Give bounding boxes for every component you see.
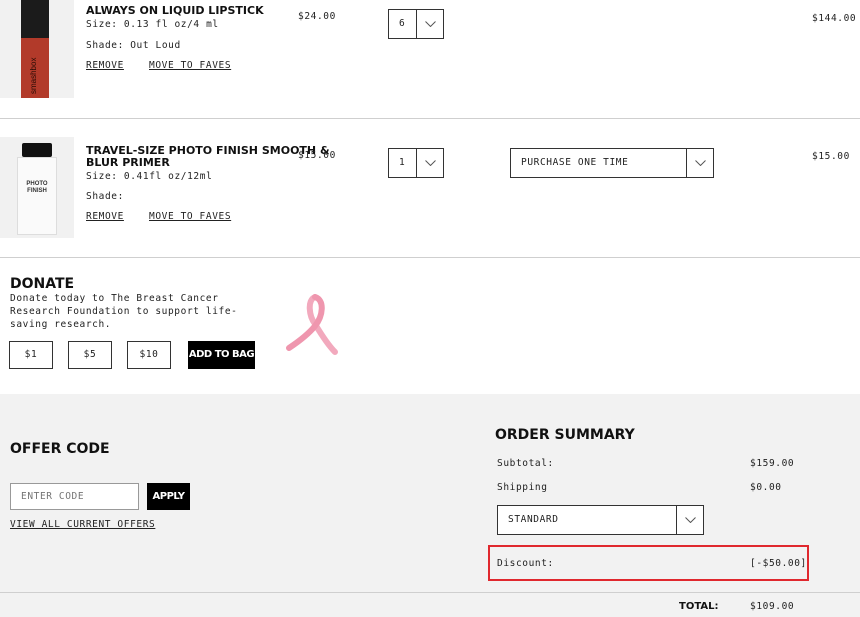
quantity-value: 1 xyxy=(399,157,406,168)
donate-amount-1[interactable]: $1 xyxy=(9,341,53,369)
donate-description-line3: saving research. xyxy=(10,319,112,330)
unit-price: $15.00 xyxy=(298,150,336,161)
purchase-option-value: PURCHASE ONE TIME xyxy=(521,157,629,168)
product-image-primer[interactable]: PHOTO FINISH xyxy=(0,137,74,238)
donate-description-line1: Donate today to The Breast Cancer xyxy=(10,293,219,304)
unit-price: $24.00 xyxy=(298,11,336,22)
offer-code-input[interactable] xyxy=(10,483,139,510)
donate-amount-10[interactable]: $10 xyxy=(127,341,171,369)
order-summary-title: ORDER SUMMARY xyxy=(495,427,635,443)
donate-title: DONATE xyxy=(10,276,75,292)
pink-ribbon-icon xyxy=(285,294,341,358)
tube-label: PHOTO FINISH xyxy=(26,181,48,194)
line-total: $15.00 xyxy=(812,151,850,162)
product-shade: Shade: Out Loud xyxy=(86,40,181,51)
product-name[interactable]: ALWAYS ON LIQUID LIPSTICK xyxy=(86,4,264,17)
chevron-down-icon xyxy=(686,149,713,177)
product-size: Size: 0.41fl oz/12ml xyxy=(86,171,213,182)
donate-description-line2: Research Foundation to support life- xyxy=(10,306,238,317)
chevron-down-icon xyxy=(416,149,443,177)
chevron-down-icon xyxy=(676,506,703,534)
shipping-method-value: STANDARD xyxy=(508,514,559,525)
product-size: Size: 0.13 fl oz/4 ml xyxy=(86,19,219,30)
offer-code-title: OFFER CODE xyxy=(10,441,110,457)
discount-value: [-$50.00] xyxy=(750,558,807,569)
line-total: $144.00 xyxy=(812,13,857,24)
add-to-bag-button[interactable]: ADD TO BAG xyxy=(188,341,255,369)
move-to-faves-link[interactable]: MOVE TO FAVES xyxy=(149,211,231,222)
quantity-select[interactable]: 1 xyxy=(388,148,444,178)
remove-link[interactable]: REMOVE xyxy=(86,211,124,222)
apply-button[interactable]: APPLY xyxy=(147,483,190,510)
donate-section: DONATE Donate today to The Breast Cancer… xyxy=(0,258,860,394)
donate-amount-label: $5 xyxy=(83,349,97,360)
total-label: TOTAL: xyxy=(679,601,719,612)
chevron-down-icon xyxy=(416,10,443,38)
move-to-faves-link[interactable]: MOVE TO FAVES xyxy=(149,60,231,71)
cart-item-1: smashbox ALWAYS ON LIQUID LIPSTICK Size:… xyxy=(0,0,860,118)
cart-item-2: PHOTO FINISH TRAVEL-SIZE PHOTO FINISH SM… xyxy=(0,119,860,257)
product-name-line2[interactable]: BLUR PRIMER xyxy=(86,156,170,169)
donate-amount-5[interactable]: $5 xyxy=(68,341,112,369)
remove-link[interactable]: REMOVE xyxy=(86,60,124,71)
shipping-label: Shipping xyxy=(497,482,548,493)
total-divider xyxy=(0,592,860,593)
shipping-method-select[interactable]: STANDARD xyxy=(497,505,704,535)
donate-amount-label: $10 xyxy=(139,349,159,360)
donate-amount-label: $1 xyxy=(24,349,38,360)
discount-label: Discount: xyxy=(497,558,554,569)
subtotal-label: Subtotal: xyxy=(497,458,554,469)
purchase-option-select[interactable]: PURCHASE ONE TIME xyxy=(510,148,714,178)
quantity-select[interactable]: 6 xyxy=(388,9,444,39)
subtotal-value: $159.00 xyxy=(750,458,795,469)
total-value: $109.00 xyxy=(750,601,795,612)
quantity-value: 6 xyxy=(399,18,406,29)
product-image-lipstick[interactable]: smashbox xyxy=(0,0,74,98)
product-shade: Shade: xyxy=(86,191,124,202)
shipping-value: $0.00 xyxy=(750,482,782,493)
view-all-offers-link[interactable]: VIEW ALL CURRENT OFFERS xyxy=(10,519,155,530)
checkout-panel: OFFER CODE APPLY VIEW ALL CURRENT OFFERS… xyxy=(0,394,860,617)
